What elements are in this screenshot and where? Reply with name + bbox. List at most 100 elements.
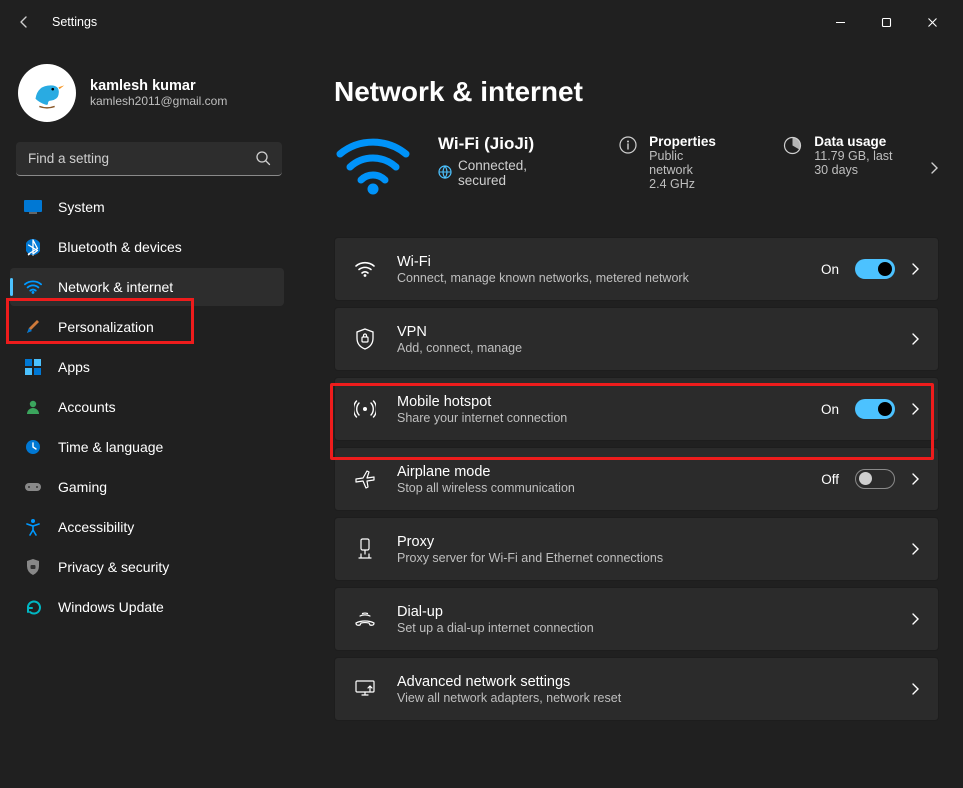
main-content: Network & internet Wi-Fi (JioJi) Connect… bbox=[300, 44, 963, 788]
page-title: Network & internet bbox=[334, 76, 939, 108]
advanced-network-card[interactable]: Advanced network settingsView all networ… bbox=[334, 657, 939, 721]
info-icon bbox=[619, 136, 637, 159]
display-icon bbox=[24, 200, 42, 214]
properties-link[interactable]: Properties Public network 2.4 GHz bbox=[619, 134, 716, 191]
dial-up-icon bbox=[353, 610, 377, 628]
chevron-right-icon bbox=[911, 472, 920, 486]
chevron-right-icon[interactable] bbox=[929, 161, 939, 175]
nav-label: Network & internet bbox=[58, 279, 173, 295]
maximize-button[interactable] bbox=[863, 6, 909, 38]
bluetooth-icon bbox=[24, 238, 42, 256]
proxy-icon bbox=[353, 538, 377, 560]
sidebar-item-system[interactable]: System bbox=[10, 188, 284, 226]
close-button[interactable] bbox=[909, 6, 955, 38]
card-title: Airplane mode bbox=[397, 464, 575, 480]
sidebar: kamlesh kumar kamlesh2011@gmail.com Syst… bbox=[0, 44, 300, 788]
chevron-right-icon bbox=[911, 332, 920, 346]
properties-title: Properties bbox=[649, 134, 716, 149]
connection-state: Connected, secured bbox=[458, 158, 546, 188]
toggle-label: On bbox=[821, 402, 839, 417]
title-bar: Settings bbox=[0, 0, 963, 44]
person-icon bbox=[24, 399, 42, 415]
nav-label: Windows Update bbox=[58, 599, 164, 615]
card-title: Wi-Fi bbox=[397, 254, 689, 270]
accessibility-icon bbox=[24, 518, 42, 536]
wifi-card[interactable]: Wi-FiConnect, manage known networks, met… bbox=[334, 237, 939, 301]
sidebar-item-accessibility[interactable]: Accessibility bbox=[10, 508, 284, 546]
card-subtitle: Set up a dial-up internet connection bbox=[397, 621, 594, 635]
search-icon bbox=[254, 149, 272, 167]
card-subtitle: Proxy server for Wi-Fi and Ethernet conn… bbox=[397, 551, 663, 565]
chevron-right-icon bbox=[911, 542, 920, 556]
mobile-hotspot-card[interactable]: Mobile hotspotShare your internet connec… bbox=[334, 377, 939, 441]
card-subtitle: View all network adapters, network reset bbox=[397, 691, 621, 705]
toggle-label: On bbox=[821, 262, 839, 277]
airplane-toggle[interactable] bbox=[855, 469, 895, 489]
nav-label: System bbox=[58, 199, 105, 215]
chevron-right-icon bbox=[911, 682, 920, 696]
toggle-label: Off bbox=[821, 472, 839, 487]
shield-lock-icon bbox=[353, 328, 377, 350]
gamepad-icon bbox=[24, 480, 42, 494]
nav-label: Personalization bbox=[58, 319, 154, 335]
avatar bbox=[18, 64, 76, 122]
sidebar-item-gaming[interactable]: Gaming bbox=[10, 468, 284, 506]
airplane-icon bbox=[353, 469, 377, 489]
desktop-network-icon bbox=[353, 679, 377, 699]
card-title: VPN bbox=[397, 324, 522, 340]
chevron-right-icon bbox=[911, 262, 920, 276]
globe-icon bbox=[438, 165, 452, 182]
nav-label: Apps bbox=[58, 359, 90, 375]
airplane-mode-card[interactable]: Airplane modeStop all wireless communica… bbox=[334, 447, 939, 511]
sidebar-item-privacy[interactable]: Privacy & security bbox=[10, 548, 284, 586]
user-name: kamlesh kumar bbox=[90, 78, 227, 94]
properties-sub: Public network 2.4 GHz bbox=[649, 149, 716, 191]
sidebar-item-accounts[interactable]: Accounts bbox=[10, 388, 284, 426]
network-status-row: Wi-Fi (JioJi) Connected, secured Propert… bbox=[334, 134, 939, 201]
back-button[interactable] bbox=[8, 14, 40, 30]
sidebar-item-apps[interactable]: Apps bbox=[10, 348, 284, 386]
proxy-card[interactable]: ProxyProxy server for Wi-Fi and Ethernet… bbox=[334, 517, 939, 581]
card-subtitle: Add, connect, manage bbox=[397, 341, 522, 355]
card-title: Dial-up bbox=[397, 604, 594, 620]
nav-label: Gaming bbox=[58, 479, 107, 495]
data-usage-sub: 11.79 GB, last 30 days bbox=[814, 149, 903, 177]
sidebar-item-time-language[interactable]: Time & language bbox=[10, 428, 284, 466]
clock-icon bbox=[24, 439, 42, 455]
card-title: Mobile hotspot bbox=[397, 394, 567, 410]
card-subtitle: Connect, manage known networks, metered … bbox=[397, 271, 689, 285]
nav-label: Time & language bbox=[58, 439, 163, 455]
wifi-icon bbox=[353, 260, 377, 278]
shield-icon bbox=[24, 559, 42, 576]
sidebar-item-personalization[interactable]: Personalization bbox=[10, 308, 284, 346]
nav-label: Bluetooth & devices bbox=[58, 239, 182, 255]
user-profile[interactable]: kamlesh kumar kamlesh2011@gmail.com bbox=[4, 54, 290, 142]
minimize-button[interactable] bbox=[817, 6, 863, 38]
status-text[interactable]: Wi-Fi (JioJi) Connected, secured bbox=[438, 134, 546, 188]
data-usage-link[interactable]: Data usage 11.79 GB, last 30 days bbox=[783, 134, 903, 177]
hotspot-icon bbox=[353, 399, 377, 419]
chevron-right-icon bbox=[911, 402, 920, 416]
apps-icon bbox=[24, 359, 42, 375]
nav-list: System Bluetooth & devices Network & int… bbox=[4, 188, 290, 626]
window-title: Settings bbox=[52, 15, 97, 29]
dial-up-card[interactable]: Dial-upSet up a dial-up internet connect… bbox=[334, 587, 939, 651]
sidebar-item-network[interactable]: Network & internet bbox=[10, 268, 284, 306]
nav-label: Accessibility bbox=[58, 519, 134, 535]
card-title: Proxy bbox=[397, 534, 663, 550]
card-title: Advanced network settings bbox=[397, 674, 621, 690]
sidebar-item-windows-update[interactable]: Windows Update bbox=[10, 588, 284, 626]
sidebar-item-bluetooth[interactable]: Bluetooth & devices bbox=[10, 228, 284, 266]
wifi-icon bbox=[24, 279, 42, 295]
search-input[interactable] bbox=[16, 142, 282, 176]
hotspot-toggle[interactable] bbox=[855, 399, 895, 419]
wifi-toggle[interactable] bbox=[855, 259, 895, 279]
wifi-large-icon bbox=[334, 134, 412, 201]
card-subtitle: Stop all wireless communication bbox=[397, 481, 575, 495]
chevron-right-icon bbox=[911, 612, 920, 626]
vpn-card[interactable]: VPNAdd, connect, manage bbox=[334, 307, 939, 371]
data-usage-title: Data usage bbox=[814, 134, 903, 149]
paintbrush-icon bbox=[24, 318, 42, 336]
nav-label: Privacy & security bbox=[58, 559, 169, 575]
user-email: kamlesh2011@gmail.com bbox=[90, 94, 227, 108]
